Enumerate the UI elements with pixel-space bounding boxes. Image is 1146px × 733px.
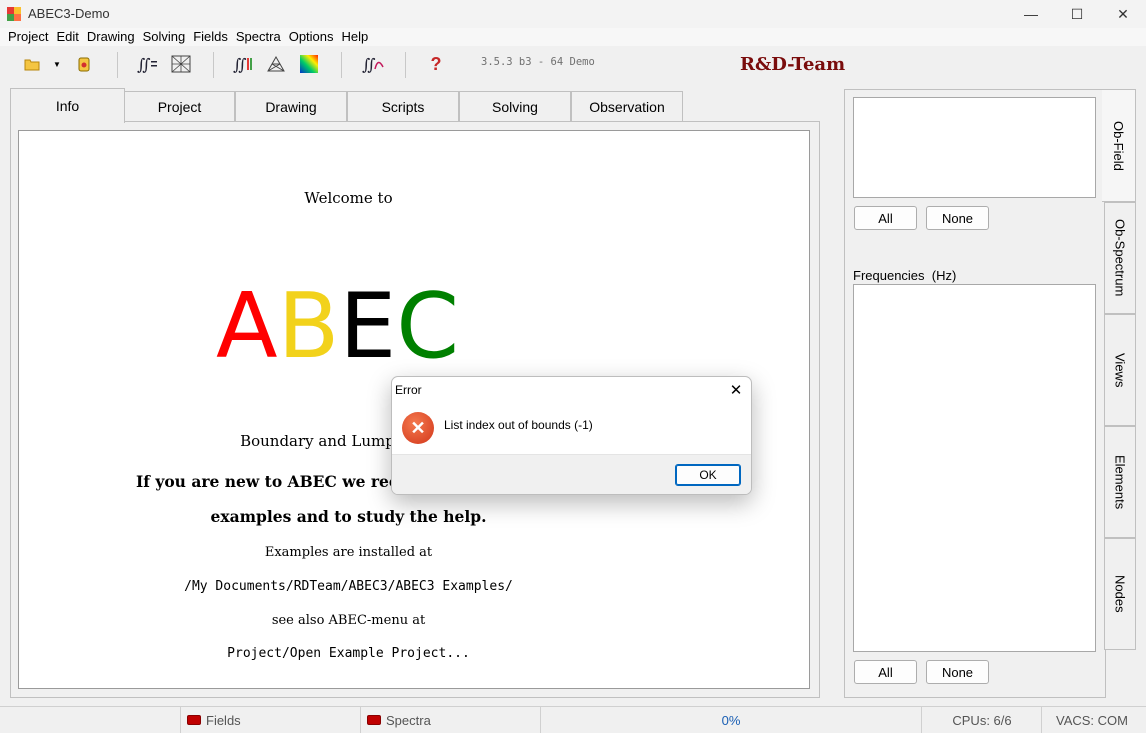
- logo-letter-e: E: [339, 274, 397, 379]
- red-led-icon: [187, 715, 201, 725]
- frequencies-none-button[interactable]: None: [926, 660, 989, 684]
- side-tab-label: Ob-Spectrum: [1112, 219, 1128, 297]
- examples-path-text: /My Documents/RDTeam/ABEC3/ABEC3 Example…: [184, 579, 513, 594]
- tab-info[interactable]: Info: [10, 88, 125, 123]
- dialog-close-button[interactable]: ✕: [724, 379, 748, 401]
- side-tab-label: Ob-Field: [1111, 120, 1126, 171]
- see-also-text: see also ABEC-menu at: [271, 613, 426, 628]
- integral-curve-icon: ∬: [362, 55, 384, 73]
- help-button[interactable]: ?: [424, 52, 448, 76]
- menu-spectra[interactable]: Spectra: [232, 28, 285, 46]
- toolbar-separator: [405, 52, 406, 78]
- close-icon: ✕: [1117, 5, 1129, 22]
- side-tab-label: Nodes: [1112, 575, 1128, 613]
- error-message: List index out of bounds (-1): [444, 418, 593, 432]
- side-tab-ob-field[interactable]: Ob-Field: [1102, 89, 1136, 202]
- menu-solving[interactable]: Solving: [139, 28, 190, 46]
- examples-installed-text: Examples are installed at: [264, 545, 433, 560]
- tab-scripts[interactable]: Scripts: [347, 91, 459, 122]
- integral-equal-icon: ∬: [137, 55, 157, 73]
- maximize-icon: ☐: [1070, 5, 1084, 22]
- logo-letter-a: A: [216, 274, 278, 379]
- minimize-button[interactable]: —: [1008, 0, 1054, 28]
- menu-fields[interactable]: Fields: [189, 28, 232, 46]
- folder-icon: [24, 59, 40, 71]
- menu-drawing[interactable]: Drawing: [83, 28, 139, 46]
- color-map-icon: [300, 55, 318, 73]
- red-led-icon: [367, 715, 381, 725]
- save-jar-icon: [78, 57, 90, 72]
- new-user-line-2: examples and to study the help.: [210, 507, 487, 526]
- tab-drawing[interactable]: Drawing: [235, 91, 347, 122]
- maximize-button[interactable]: ☐: [1054, 0, 1100, 28]
- spectra-status[interactable]: Spectra: [360, 707, 540, 733]
- dropdown-arrow-icon: ▼: [53, 59, 61, 69]
- toolbar-separator: [341, 52, 342, 78]
- menu-help[interactable]: Help: [338, 28, 373, 46]
- vacs-status: VACS: COM: [1041, 707, 1142, 733]
- progress-status: 0%: [540, 707, 921, 733]
- mesh-icon: [171, 55, 191, 73]
- save-button[interactable]: [72, 52, 96, 76]
- field-mesh-button[interactable]: [264, 52, 288, 76]
- side-tab-elements[interactable]: Elements: [1104, 426, 1136, 538]
- window-title: ABEC3-Demo: [28, 6, 110, 21]
- svg-text:∬: ∬: [362, 55, 376, 73]
- field-none-button[interactable]: None: [926, 206, 989, 230]
- menu-options[interactable]: Options: [285, 28, 338, 46]
- tab-project[interactable]: Project: [124, 91, 235, 122]
- tab-solving[interactable]: Solving: [459, 91, 571, 122]
- integral-settings-button[interactable]: ∬: [136, 52, 160, 76]
- fields-status[interactable]: Fields: [180, 707, 360, 733]
- side-tab-ob-spectrum[interactable]: Ob-Spectrum: [1104, 202, 1136, 314]
- field-all-button[interactable]: All: [854, 206, 917, 230]
- side-tab-label: Views: [1112, 352, 1128, 388]
- mesh-button[interactable]: [169, 52, 193, 76]
- fields-status-label: Fields: [206, 712, 241, 728]
- svg-text:∬: ∬: [137, 55, 151, 73]
- app-icon: [7, 7, 21, 21]
- color-map-button[interactable]: [297, 52, 321, 76]
- minimize-icon: —: [1024, 6, 1038, 22]
- spectra-button[interactable]: ∬: [361, 52, 385, 76]
- menu-bar: Project Edit Drawing Solving Fields Spectra Op…: [0, 28, 1146, 46]
- brand-label: R&D-Team: [740, 54, 846, 75]
- field-list[interactable]: [853, 97, 1096, 198]
- menu-path-text: Project/Open Example Project...: [227, 646, 470, 661]
- ok-button[interactable]: OK: [675, 464, 741, 486]
- close-window-button[interactable]: ✕: [1100, 0, 1146, 28]
- title-bar: ABEC3-Demo — ☐ ✕: [0, 0, 1146, 28]
- menu-edit[interactable]: Edit: [52, 28, 82, 46]
- spectra-status-label: Spectra: [386, 712, 431, 728]
- side-tab-nodes[interactable]: Nodes: [1104, 538, 1136, 650]
- triangle-mesh-icon: [267, 55, 285, 72]
- toolbar: ▼ ∬ ∬ ∬ ? 3.5.3 b3 - 64 Demo R&D-Team: [0, 46, 1146, 84]
- error-dialog: Error ✕ ✕ List index out of bounds (-1) …: [391, 376, 752, 495]
- toolbar-separator: [213, 52, 214, 78]
- logo-letter-b: B: [277, 274, 340, 379]
- open-dropdown-button[interactable]: ▼: [50, 52, 64, 76]
- abec-logo: ABEC: [216, 272, 459, 382]
- close-icon: ✕: [729, 382, 743, 399]
- frequencies-list[interactable]: [853, 284, 1096, 652]
- dialog-title: Error: [395, 383, 422, 397]
- logo-letter-c: C: [396, 274, 460, 379]
- open-folder-button[interactable]: [20, 52, 44, 76]
- question-icon: ?: [430, 53, 442, 74]
- side-tab-label: Elements: [1112, 454, 1128, 510]
- svg-text:∬: ∬: [233, 55, 247, 73]
- error-icon: ✕: [402, 412, 434, 444]
- solve-fields-button[interactable]: ∬: [232, 52, 256, 76]
- frequencies-all-button[interactable]: All: [854, 660, 917, 684]
- frequencies-label: Frequencies (Hz): [853, 268, 957, 283]
- side-tab-views[interactable]: Views: [1104, 314, 1136, 426]
- toolbar-separator: [117, 52, 118, 78]
- status-bar: Fields Spectra 0% CPUs: 6/6 VACS: COM: [0, 706, 1146, 733]
- welcome-text: Welcome to: [304, 189, 393, 207]
- cpus-status: CPUs: 6/6: [921, 707, 1042, 733]
- tab-observation[interactable]: Observation: [571, 91, 683, 122]
- integral-color-icon: ∬: [233, 55, 252, 73]
- version-label: 3.5.3 b3 - 64 Demo: [481, 56, 595, 68]
- menu-project[interactable]: Project: [4, 28, 52, 46]
